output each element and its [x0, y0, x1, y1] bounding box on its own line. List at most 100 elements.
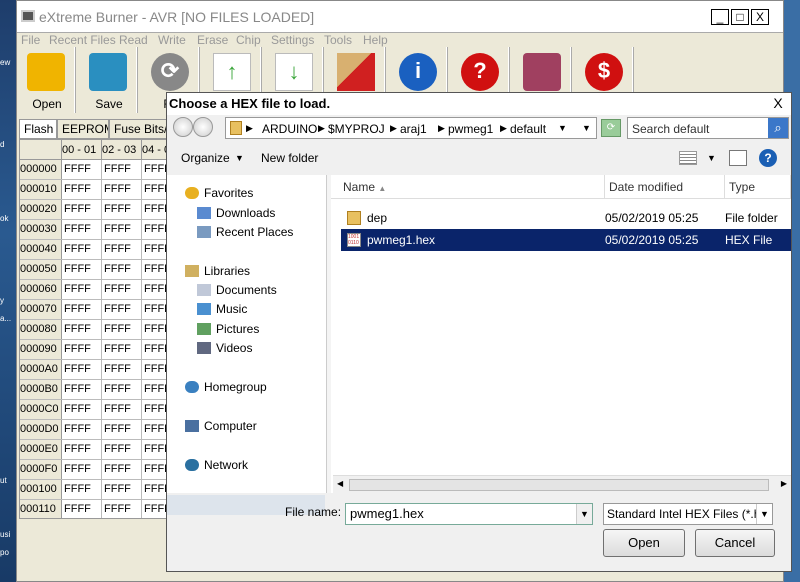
menu-tools[interactable]: Tools [324, 33, 352, 47]
file-row[interactable]: dep 05/02/2019 05:25 File folder [341, 207, 791, 229]
maximize-button[interactable]: □ [731, 9, 749, 25]
nav-item-favorites[interactable]: Favorites [185, 183, 253, 203]
menu-read[interactable]: Read [119, 33, 148, 47]
chevron-down-icon[interactable]: ▼ [756, 504, 772, 524]
nav-item-documents[interactable]: Documents [197, 280, 277, 300]
chevron-down-icon[interactable]: ▼ [582, 123, 591, 133]
grid-cell[interactable]: FFFF [62, 160, 102, 179]
grid-cell[interactable]: FFFF [102, 360, 142, 379]
grid-cell[interactable]: FFFF [102, 420, 142, 439]
grid-cell[interactable]: FFFF [62, 200, 102, 219]
grid-cell[interactable]: FFFF [142, 260, 168, 279]
grid-cell[interactable]: FFFF [62, 240, 102, 259]
grid-cell[interactable]: FFFF [142, 440, 168, 459]
toolbar-button-save[interactable]: Save [81, 47, 137, 113]
grid-cell[interactable]: FFFF [142, 420, 168, 439]
desktop-icon-label[interactable]: d [0, 140, 14, 149]
nav-item-computer[interactable]: Computer [185, 416, 257, 436]
grid-cell[interactable]: FFFF [62, 280, 102, 299]
grid-cell[interactable]: FFFF [102, 480, 142, 499]
grid-cell[interactable]: FFFF [142, 240, 168, 259]
grid-cell[interactable]: FFFF [142, 160, 168, 179]
forward-button[interactable] [193, 117, 213, 137]
column-date-modified[interactable]: Date modified [605, 175, 725, 199]
grid-cell[interactable]: FFFF [142, 480, 168, 499]
horizontal-scrollbar[interactable]: ◀ ▶ [333, 475, 791, 493]
toolbar-button-open[interactable]: Open [19, 47, 75, 113]
grid-cell[interactable]: FFFF [142, 300, 168, 319]
grid-cell[interactable]: FFFF [62, 180, 102, 199]
grid-cell[interactable]: FFFF [102, 180, 142, 199]
grid-cell[interactable]: FFFF [102, 260, 142, 279]
nav-item-homegroup[interactable]: Homegroup [185, 377, 267, 397]
grid-cell[interactable]: FFFF [102, 500, 142, 518]
column-name[interactable]: Name ▲ [331, 175, 605, 199]
nav-item-downloads[interactable]: Downloads [197, 203, 275, 223]
menu-file[interactable]: File [21, 33, 40, 47]
grid-cell[interactable]: FFFF [62, 220, 102, 239]
back-button[interactable] [173, 117, 193, 137]
breadcrumb-item-myproj[interactable]: $MYPROJ [328, 122, 385, 136]
file-name-input[interactable]: pwmeg1.hex ▼ [345, 503, 593, 525]
menu-settings[interactable]: Settings [271, 33, 314, 47]
grid-cell[interactable]: FFFF [142, 460, 168, 479]
grid-cell[interactable]: FFFF [142, 200, 168, 219]
new-folder-button[interactable]: New folder [261, 151, 318, 165]
organize-button[interactable]: Organize [181, 151, 230, 165]
menu-write[interactable]: Write [158, 33, 186, 47]
grid-cell[interactable]: FFFF [102, 460, 142, 479]
desktop-icon-label[interactable]: ok [0, 214, 14, 223]
grid-cell[interactable]: FFFF [102, 380, 142, 399]
nav-item-videos[interactable]: Videos [197, 338, 252, 358]
search-input[interactable]: Search default ⌕ [627, 117, 789, 139]
preview-pane-icon[interactable] [729, 150, 747, 166]
grid-cell[interactable]: FFFF [62, 420, 102, 439]
grid-cell[interactable]: FFFF [62, 300, 102, 319]
breadcrumb[interactable]: ▶ ARDUINO ▶ $MYPROJ ▶ araj1 ▶ pwmeg1 ▶ d… [225, 117, 597, 139]
column-type[interactable]: Type [725, 175, 791, 199]
grid-cell[interactable]: FFFF [102, 200, 142, 219]
grid-cell[interactable]: FFFF [142, 340, 168, 359]
file-type-select[interactable]: Standard Intel HEX Files (*.h ▼ [603, 503, 773, 525]
chevron-down-icon[interactable]: ▼ [558, 123, 567, 133]
refresh-icon[interactable]: ⟳ [601, 119, 621, 137]
grid-cell[interactable]: FFFF [102, 400, 142, 419]
close-button[interactable]: X [751, 9, 769, 25]
scroll-left-icon[interactable]: ◀ [337, 479, 343, 488]
grid-cell[interactable]: FFFF [142, 360, 168, 379]
tab-eeprom[interactable]: EEPROM [57, 119, 109, 139]
grid-cell[interactable]: FFFF [102, 280, 142, 299]
grid-cell[interactable]: FFFF [102, 440, 142, 459]
nav-item-music[interactable]: Music [197, 299, 247, 319]
grid-cell[interactable]: FFFF [62, 340, 102, 359]
menu-chip[interactable]: Chip [236, 33, 261, 47]
grid-cell[interactable]: FFFF [142, 380, 168, 399]
chevron-down-icon[interactable]: ▼ [707, 153, 716, 163]
help-icon[interactable]: ? [759, 149, 777, 167]
grid-cell[interactable]: FFFF [142, 320, 168, 339]
grid-cell[interactable]: FFFF [102, 240, 142, 259]
grid-cell[interactable]: FFFF [102, 160, 142, 179]
tab-fuse-bits[interactable]: Fuse Bits/S [109, 119, 169, 139]
tab-flash[interactable]: Flash [19, 119, 57, 139]
grid-cell[interactable]: FFFF [102, 220, 142, 239]
grid-cell[interactable]: FFFF [102, 300, 142, 319]
grid-cell[interactable]: FFFF [102, 320, 142, 339]
grid-cell[interactable]: FFFF [142, 500, 168, 518]
grid-cell[interactable]: FFFF [62, 360, 102, 379]
breadcrumb-item-default[interactable]: default [510, 122, 546, 136]
nav-item-recent-places[interactable]: Recent Places [197, 222, 293, 242]
desktop-icon-label[interactable]: usi [0, 530, 14, 539]
grid-cell[interactable]: FFFF [62, 260, 102, 279]
file-row[interactable]: 1001 0110 pwmeg1.hex 05/02/2019 05:25 HEX F… [341, 229, 791, 251]
search-icon[interactable]: ⌕ [768, 118, 788, 138]
grid-cell[interactable]: FFFF [62, 500, 102, 518]
grid-cell[interactable]: FFFF [142, 220, 168, 239]
dialog-close-button[interactable]: X [771, 96, 785, 110]
view-options-icon[interactable] [679, 151, 697, 165]
menu-help[interactable]: Help [363, 33, 388, 47]
grid-cell[interactable]: FFFF [62, 400, 102, 419]
breadcrumb-item-araj1[interactable]: araj1 [400, 122, 427, 136]
nav-item-libraries[interactable]: Libraries [185, 261, 250, 281]
nav-item-network[interactable]: Network [185, 455, 248, 475]
